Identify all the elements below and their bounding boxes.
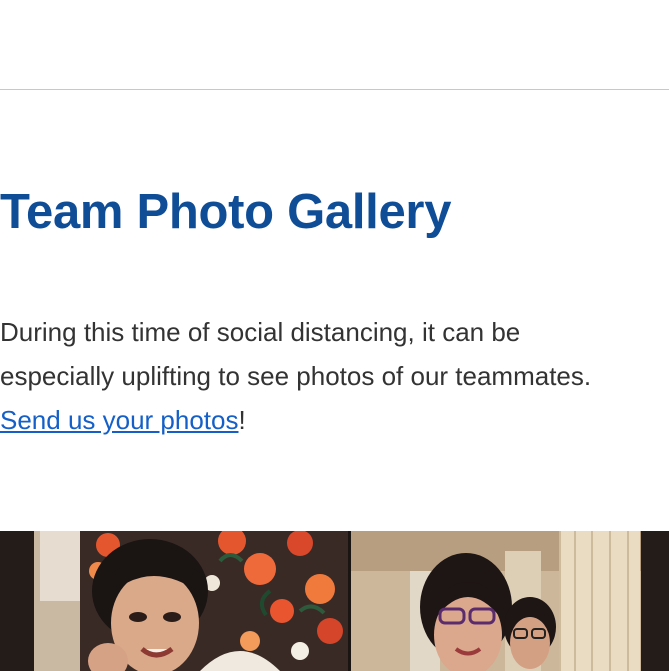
cut-off-previous-section <box>0 0 669 10</box>
newsletter-page: Team Photo Gallery During this time of s… <box>0 0 669 671</box>
send-photos-link[interactable]: Send us your photos <box>0 405 239 435</box>
team-photo-image <box>0 531 669 671</box>
gallery-title: Team Photo Gallery <box>0 185 452 239</box>
gallery-intro: During this time of social distancing, i… <box>0 310 640 442</box>
section-divider <box>0 89 669 90</box>
gallery-intro-punctuation: ! <box>238 405 246 435</box>
team-photo <box>0 531 669 671</box>
gallery-intro-text: During this time of social distancing, i… <box>0 317 592 391</box>
